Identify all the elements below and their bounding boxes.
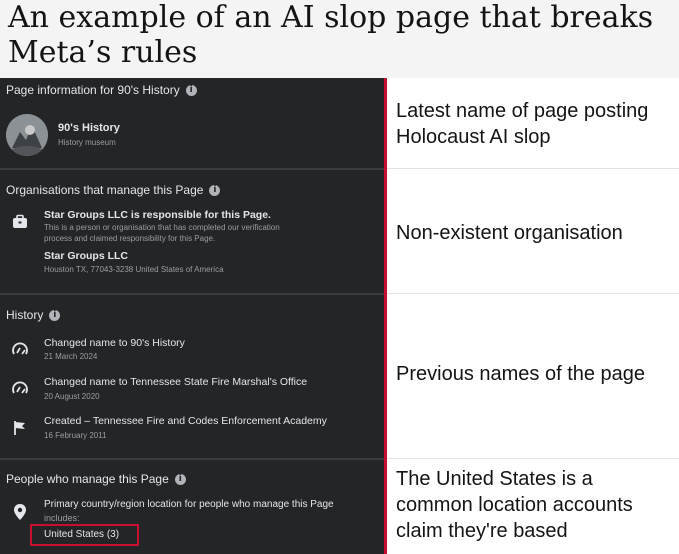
- annotation-3: Previous names of the page: [396, 363, 646, 385]
- info-icon[interactable]: i: [185, 84, 197, 96]
- history-item-date: 21 March 2024: [44, 352, 98, 361]
- people-title: People who manage this Page: [6, 472, 169, 486]
- annotation-divider: [387, 168, 679, 169]
- section-title-organisations: Organisations that manage this Page i: [6, 183, 221, 197]
- section-divider: [0, 458, 384, 460]
- section-title-history: History i: [6, 308, 61, 322]
- avatar[interactable]: [6, 114, 48, 156]
- location-value: United States (3): [44, 529, 120, 540]
- org-description-line1: This is a person or organisation that ha…: [44, 223, 280, 232]
- section-divider: [0, 168, 384, 170]
- history-item-date: 16 February 2011: [44, 431, 107, 440]
- people-location-text: Primary country/region location for peop…: [44, 499, 334, 510]
- info-icon[interactable]: i: [209, 184, 221, 196]
- refresh-icon: [10, 380, 30, 400]
- history-item-date: 20 August 2020: [44, 392, 100, 401]
- flag-icon: [10, 418, 30, 438]
- annotation-4-line3: claim they're based: [396, 520, 568, 542]
- history-item-label: Changed name to Tennessee State Fire Mar…: [44, 376, 308, 388]
- history-title: History: [6, 308, 44, 322]
- section-divider: [0, 293, 384, 295]
- annotation-2: Non-existent organisation: [396, 222, 623, 244]
- location-pin-icon: [10, 502, 30, 522]
- history-item-label: Changed name to 90's History: [44, 337, 185, 349]
- page-category: History museum: [58, 138, 116, 147]
- info-icon[interactable]: i: [49, 309, 61, 321]
- page-name[interactable]: 90's History: [58, 122, 120, 134]
- annotation-4-line2: common location accounts: [396, 494, 633, 516]
- annotation-4: The United States is a common location a…: [396, 466, 633, 544]
- org-name: Star Groups LLC: [44, 250, 129, 262]
- info-icon[interactable]: i: [174, 473, 186, 485]
- org-description-line2: process and claimed responsibility for t…: [44, 234, 216, 243]
- annotation-4-line1: The United States is a: [396, 468, 593, 490]
- org-responsible: Star Groups LLC is responsible for this …: [44, 209, 271, 221]
- page-info-title: Page information for 90's History: [6, 83, 180, 97]
- briefcase-icon: [10, 212, 30, 232]
- organisations-title: Organisations that manage this Page: [6, 183, 204, 197]
- annotation-1: Latest name of page posting Holocaust AI…: [396, 98, 648, 150]
- annotation-1-line2: Holocaust AI slop: [396, 126, 551, 148]
- annotation-1-line1: Latest name of page posting: [396, 100, 649, 122]
- headline: An example of an AI slop page that break…: [8, 0, 654, 70]
- org-address: Houston TX, 77043-3238 United States of …: [44, 265, 224, 274]
- section-title-people: People who manage this Page i: [6, 472, 186, 486]
- people-location-text-2: includes:: [44, 513, 80, 523]
- refresh-icon: [10, 341, 30, 361]
- annotation-divider: [387, 458, 679, 459]
- section-title-page-info: Page information for 90's History i: [6, 83, 197, 97]
- annotation-divider: [387, 293, 679, 294]
- history-item-label: Created – Tennessee Fire and Codes Enfor…: [44, 415, 327, 427]
